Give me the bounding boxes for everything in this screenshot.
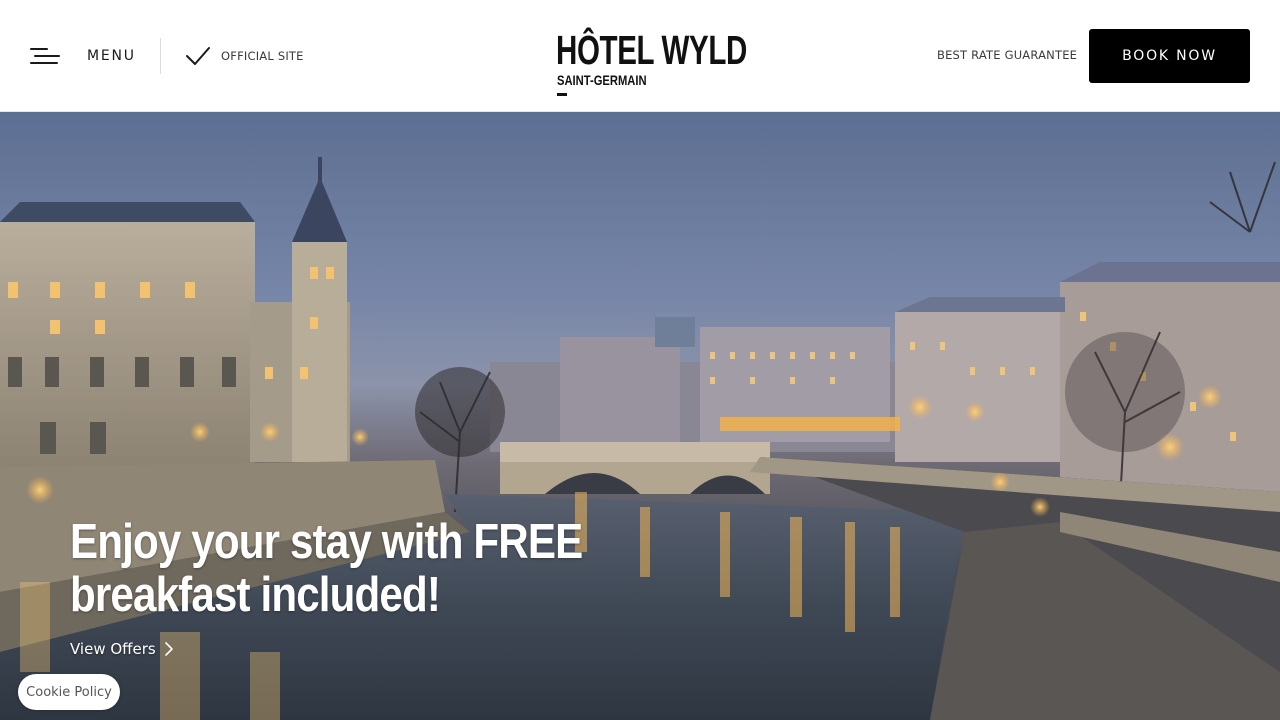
hero-banner: Enjoy your stay with FREE breakfast incl… [0,112,1280,720]
official-site-badge: OFFICIAL SITE [184,44,304,68]
logo-subtitle: SAINT-GERMAIN [557,72,647,88]
official-site-label: OFFICIAL SITE [221,49,304,63]
view-offers-label: View Offers [70,640,156,658]
menu-button[interactable]: MENU [28,38,138,74]
logo-wordmark: HÔTEL WYLD [556,27,748,73]
header-divider [160,38,161,74]
hero-headline-line1: Enjoy your stay with FREE [70,515,583,569]
best-rate-guarantee-link[interactable]: BEST RATE GUARANTEE [937,48,1077,62]
hero-headline-line2: breakfast included! [70,568,441,622]
menu-label: MENU [87,48,136,64]
hamburger-menu-icon [28,44,60,68]
view-offers-link[interactable]: View Offers [70,638,174,660]
book-now-button[interactable]: BOOK NOW [1089,29,1250,83]
site-header: MENU OFFICIAL SITE HÔTEL WYLD SAINT-GERM… [0,0,1280,112]
cookie-policy-button[interactable]: Cookie Policy [18,674,120,710]
chevron-right-icon [164,642,173,656]
hero-background-image [0,157,1280,720]
checkmark-icon [186,47,210,65]
hero-headline: Enjoy your stay with FREE breakfast incl… [70,515,583,622]
logo-accent-bar [557,93,567,96]
hotel-logo[interactable]: HÔTEL WYLD SAINT-GERMAIN [556,28,747,100]
